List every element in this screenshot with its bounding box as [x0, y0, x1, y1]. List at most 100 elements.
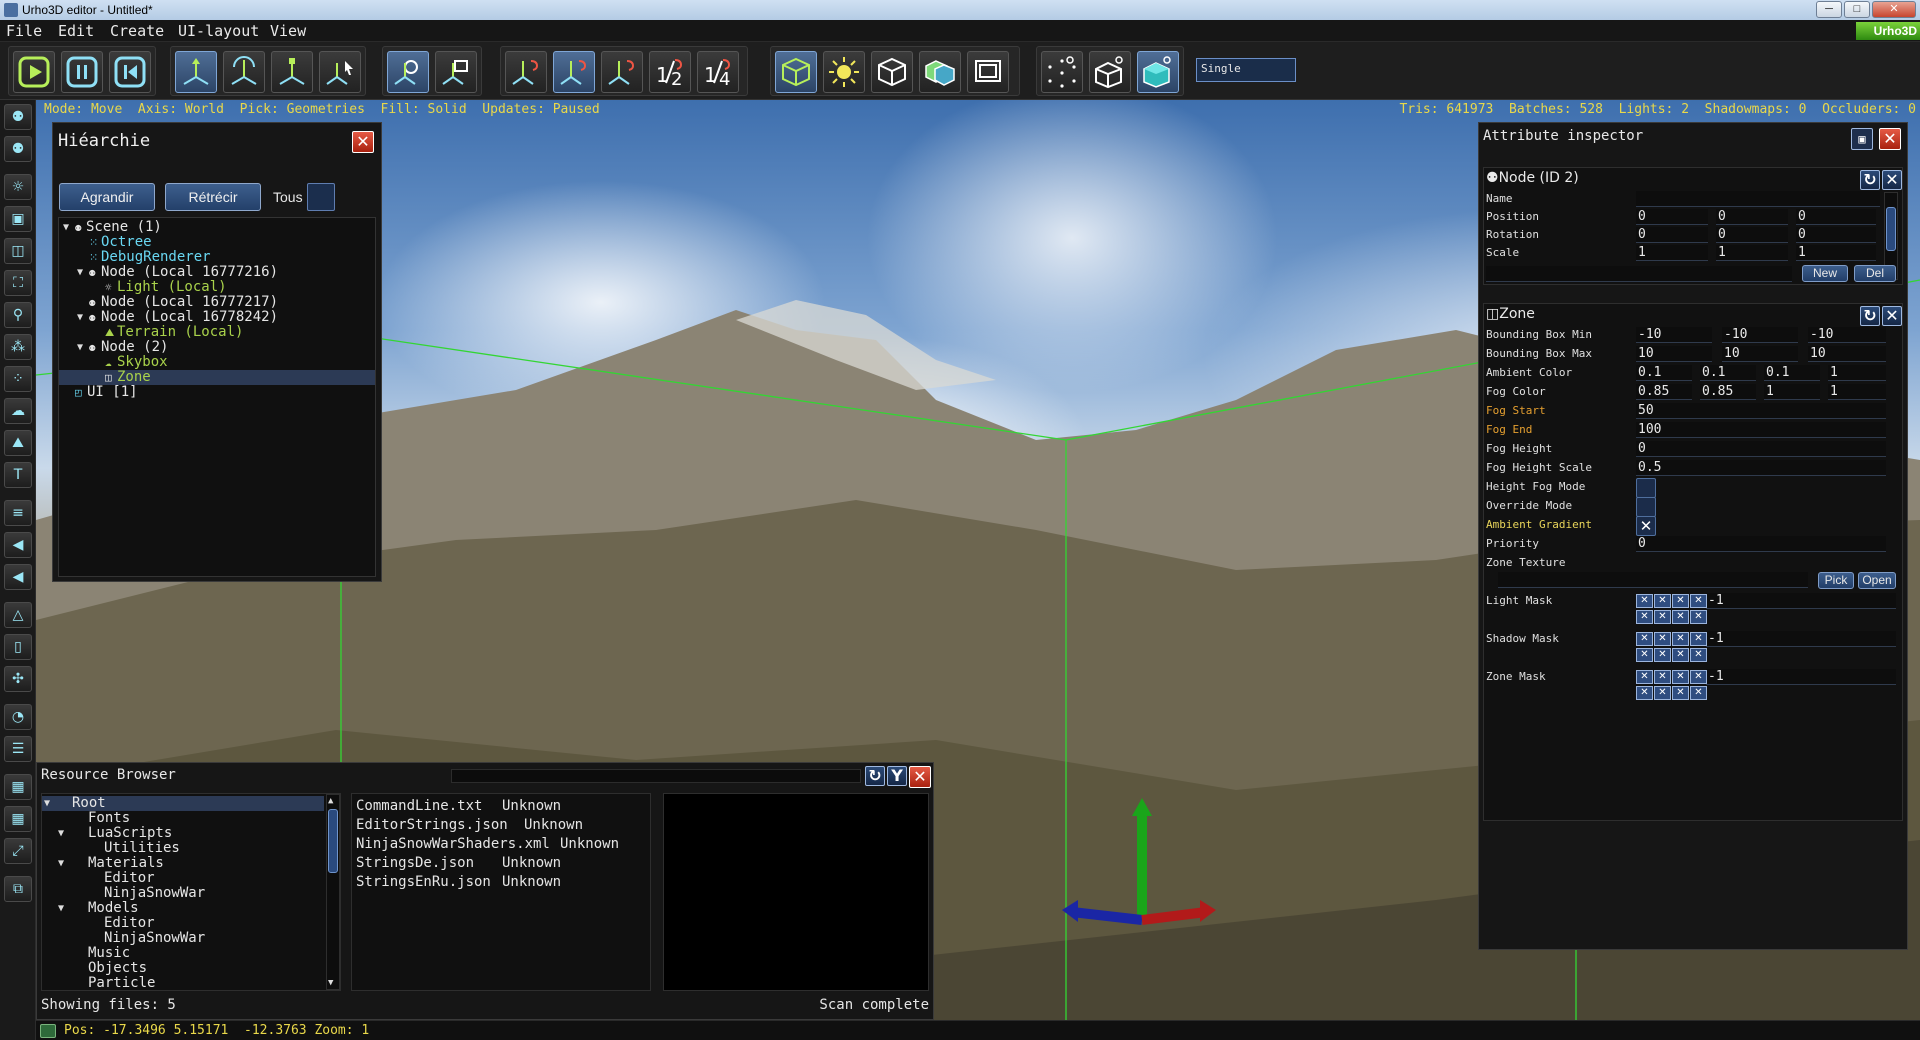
ambient-g-field[interactable]: 0.1	[1700, 365, 1756, 381]
pick-geometries-button[interactable]	[775, 51, 817, 93]
ambient-r-field[interactable]: 0.1	[1636, 365, 1692, 381]
position-z-field[interactable]: 0	[1796, 209, 1876, 225]
position-x-field[interactable]: 0	[1636, 209, 1708, 225]
create-particle-emitter-button[interactable]: ⁘	[4, 366, 32, 392]
create-collision-shape-button[interactable]: △	[4, 602, 32, 628]
scale-snap-button[interactable]	[601, 51, 643, 93]
file-row[interactable]: StringsEnRu.json Unknown	[356, 874, 561, 891]
bbox-min-y-field[interactable]: -10	[1722, 327, 1798, 343]
create-network-priority-button[interactable]: ⧉	[4, 876, 32, 902]
expand-arrow-icon[interactable]: ▼	[77, 265, 87, 280]
menu-create[interactable]: Create	[110, 22, 164, 40]
minimize-button[interactable]: ─	[1816, 1, 1842, 18]
dir-objects[interactable]: Objects	[42, 961, 358, 976]
create-animated-model-button[interactable]: ⛶	[4, 270, 32, 296]
resource-refresh-button[interactable]: ↻	[865, 766, 885, 786]
zone-mask-bits-row2[interactable]: ✕ ✕ ✕ ✕	[1636, 686, 1708, 700]
shadow-mask-field[interactable]: -1	[1706, 631, 1896, 647]
zone-remove-button[interactable]: ✕	[1882, 306, 1902, 326]
resource-file-list[interactable]: CommandLine.txt Unknown EditorStrings.jso…	[351, 793, 651, 991]
tree-item-node-2[interactable]: ▼ ⚉ Node (2)	[59, 340, 375, 355]
zone-reset-button[interactable]: ↻	[1860, 306, 1880, 326]
file-row[interactable]: NinjaSnowWarShaders.xml Unknown	[356, 836, 619, 853]
light-mask-bits-row2[interactable]: ✕ ✕ ✕ ✕	[1636, 610, 1708, 624]
shadow-mask-bits-row1[interactable]: ✕ ✕ ✕ ✕	[1636, 632, 1708, 646]
position-y-field[interactable]: 0	[1716, 209, 1788, 225]
tree-item-ui[interactable]: ◰ UI [1]	[59, 385, 375, 400]
expand-arrow-icon[interactable]: ▼	[58, 901, 68, 916]
delete-variable-button[interactable]: Del	[1854, 265, 1896, 282]
stop-rewind-button[interactable]	[109, 51, 151, 93]
pause-button[interactable]	[61, 51, 103, 93]
dir-materials-ninjasnowwar[interactable]: NinjaSnowWar	[42, 886, 358, 901]
rotate-snap-button[interactable]	[553, 51, 595, 93]
create-skybox-button[interactable]: ☁	[4, 398, 32, 424]
create-sound-listener-button[interactable]: ≡	[4, 500, 32, 526]
fill-points-button[interactable]	[1041, 51, 1083, 93]
pick-ui-elements-button[interactable]	[967, 51, 1009, 93]
expand-arrow-icon[interactable]: ▼	[44, 796, 54, 811]
pick-zones-button[interactable]	[871, 51, 913, 93]
scale-x-field[interactable]: 1	[1636, 245, 1708, 261]
resource-directory-tree[interactable]: ▼ Root Fonts ▼ LuaScripts Utilities ▼ Mater…	[41, 793, 341, 991]
menu-edit[interactable]: Edit	[58, 22, 94, 40]
create-static-model-button[interactable]: ◫	[4, 238, 32, 264]
close-window-button[interactable]: ✕	[1872, 1, 1916, 18]
pick-rigidbodies-button[interactable]	[919, 51, 961, 93]
tree-item-skybox[interactable]: ☁ Skybox	[59, 355, 375, 370]
inspector-close-button[interactable]: ✕	[1879, 128, 1901, 150]
scroll-thumb[interactable]	[328, 809, 338, 873]
create-camera-button[interactable]: ▣	[4, 206, 32, 232]
open-texture-button[interactable]: Open	[1858, 572, 1896, 589]
menu-file[interactable]: File	[6, 22, 42, 40]
lock-button[interactable]: ▣	[1851, 128, 1873, 150]
menu-ui-layout[interactable]: UI-layout	[178, 22, 259, 40]
file-row[interactable]: EditorStrings.json Unknown	[356, 817, 583, 834]
bbox-max-x-field[interactable]: 10	[1636, 346, 1712, 362]
create-local-node-button[interactable]: ⚉	[4, 136, 32, 162]
light-mask-bits-row1[interactable]: ✕ ✕ ✕ ✕	[1636, 594, 1708, 608]
expand-arrow-icon[interactable]: ▼	[58, 826, 68, 841]
zone-mask-field[interactable]: -1	[1706, 669, 1896, 685]
move-mode-button[interactable]	[175, 51, 217, 93]
rotation-x-field[interactable]: 0	[1636, 227, 1708, 243]
scale-z-field[interactable]: 1	[1796, 245, 1876, 261]
dir-fonts[interactable]: Fonts	[42, 811, 358, 826]
expand-button[interactable]: Agrandir	[59, 183, 155, 211]
create-sound-source3d-button[interactable]: ◀	[4, 564, 32, 590]
pick-lights-button[interactable]	[823, 51, 865, 93]
create-sound-source-button[interactable]: ◀	[4, 532, 32, 558]
maximize-button[interactable]: □	[1844, 1, 1870, 18]
snap-quarter-button[interactable]: 14	[697, 51, 739, 93]
create-skeleton-button[interactable]: ⚲	[4, 302, 32, 328]
viewport-layout-select[interactable]: Single	[1196, 58, 1296, 82]
menu-view[interactable]: View	[270, 22, 306, 40]
tree-item-node-16777216[interactable]: ▼ ⚉ Node (Local 16777216)	[59, 265, 375, 280]
fill-solid-button[interactable]	[1137, 51, 1179, 93]
expand-arrow-icon[interactable]: ▼	[58, 856, 68, 871]
priority-field[interactable]: 0	[1636, 536, 1886, 552]
resource-tree-scrollbar[interactable]: ▲ ▼	[326, 794, 340, 990]
rotate-mode-button[interactable]	[223, 51, 265, 93]
hierarchy-tree[interactable]: ▼ ⚉ Scene (1) ⁙ Octree ⁙ DebugRenderer ▼ ⚉ Nod…	[58, 217, 376, 577]
dir-utilities[interactable]: Utilities	[42, 841, 358, 856]
ambient-b-field[interactable]: 0.1	[1764, 365, 1820, 381]
node-reset-button[interactable]: ↻	[1860, 170, 1880, 190]
shadow-mask-bits-row2[interactable]: ✕ ✕ ✕ ✕	[1636, 648, 1708, 662]
bbox-min-x-field[interactable]: -10	[1636, 327, 1712, 343]
create-lua-script-button[interactable]: ☰	[4, 736, 32, 762]
dir-models-ninjasnowwar[interactable]: NinjaSnowWar	[42, 931, 358, 946]
resource-close-button[interactable]: ✕	[909, 766, 931, 788]
dir-particle[interactable]: Particle	[42, 976, 358, 991]
scroll-down-icon[interactable]: ▼	[328, 978, 333, 988]
create-terrain-button[interactable]: ⛰	[4, 430, 32, 456]
fog-r-field[interactable]: 0.85	[1636, 384, 1692, 400]
zone-mask-bits-row1[interactable]: ✕ ✕ ✕ ✕	[1636, 670, 1708, 684]
tree-item-octree[interactable]: ⁙ Octree	[59, 235, 375, 250]
bbox-min-z-field[interactable]: -10	[1808, 327, 1886, 343]
dir-luascripts[interactable]: ▼ LuaScripts	[42, 826, 358, 841]
scale-mode-button[interactable]	[271, 51, 313, 93]
file-row[interactable]: CommandLine.txt Unknown	[356, 798, 561, 815]
variable-name-input[interactable]	[1486, 266, 1792, 282]
bbox-max-z-field[interactable]: 10	[1808, 346, 1886, 362]
